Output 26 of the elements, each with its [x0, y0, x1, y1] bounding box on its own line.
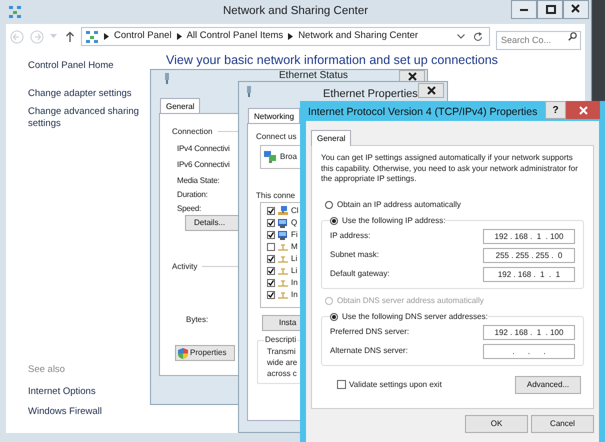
- field-label: Subnet mask:: [330, 249, 379, 261]
- description-text: Transmi: [266, 346, 296, 357]
- intro-text: You can get IP settings assigned automatically if your network supports this capability. Otherwise, you need to ask your network administrator for the appropriate IP settings.: [321, 153, 579, 184]
- field-label: Media State:: [177, 176, 221, 185]
- field-label: Alternate DNS server:: [330, 345, 408, 357]
- see-also-label: See also: [28, 363, 66, 378]
- dialog-title: Internet Protocol Version 4 (TCP/IPv4) Properties: [308, 105, 538, 120]
- section-label: Activity: [172, 261, 198, 273]
- group-label: Descripti: [264, 334, 298, 346]
- field-label: Speed:: [177, 204, 202, 213]
- field-label: Connect us: [256, 131, 296, 143]
- window-title: Network and Sharing Center: [222, 4, 368, 20]
- field-label: IPv6 Connectivi: [177, 160, 230, 169]
- dialog-title: Ethernet Status: [279, 70, 348, 81]
- field-label: Duration:: [177, 190, 209, 199]
- field-label: Default gateway:: [330, 268, 390, 280]
- dialog-title: Ethernet Properties: [323, 87, 418, 102]
- description-text: wide are: [266, 357, 298, 368]
- field-label: Preferred DNS server:: [330, 326, 410, 338]
- field-label: Bytes:: [186, 314, 208, 326]
- page-heading: View your basic network information and set up connections: [166, 52, 498, 69]
- field-label: This conne: [256, 190, 296, 202]
- field-label: IPv4 Connectivi: [177, 144, 230, 153]
- section-label: Connection: [172, 126, 214, 138]
- field-label: IP address:: [330, 230, 370, 242]
- description-text: across c: [266, 368, 297, 379]
